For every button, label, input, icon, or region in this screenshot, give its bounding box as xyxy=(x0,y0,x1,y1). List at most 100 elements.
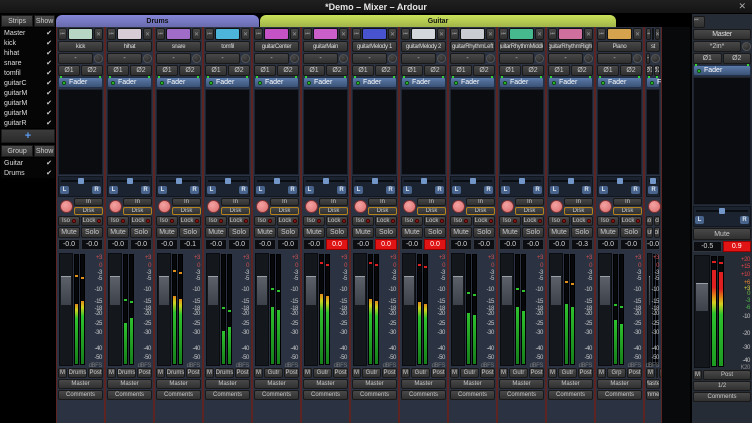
processor-box[interactable] xyxy=(450,89,495,175)
gain-display[interactable]: -0.0 xyxy=(58,239,80,250)
record-enable-button[interactable] xyxy=(501,200,514,213)
panner[interactable]: L R xyxy=(352,176,397,197)
master-mute-button[interactable]: Mute xyxy=(693,228,751,240)
group-tab-guitar[interactable]: Guitar xyxy=(260,15,616,27)
peak-display[interactable]: 0.0 xyxy=(326,239,348,250)
panner[interactable]: L R xyxy=(597,176,642,197)
meter-point-button[interactable]: Post xyxy=(88,368,103,378)
master-fader-processor[interactable]: Fader xyxy=(693,65,751,76)
meter-point-button[interactable]: Post xyxy=(186,368,201,378)
strip-name-button[interactable]: snare xyxy=(156,41,201,52)
processor-box[interactable] xyxy=(401,89,446,175)
monitor-input-button[interactable]: In xyxy=(172,198,201,206)
automation-mode-button[interactable]: M xyxy=(205,368,214,378)
group-button[interactable]: Gutr xyxy=(362,368,381,378)
group-button[interactable]: Drums xyxy=(215,368,234,378)
panner[interactable]: L R xyxy=(401,176,446,197)
fader-processor[interactable]: Fader xyxy=(352,77,397,88)
automation-mode-button[interactable]: M xyxy=(548,368,557,378)
processor-box[interactable] xyxy=(58,89,103,175)
meter-point-button[interactable]: Post xyxy=(333,368,348,378)
peak-display[interactable]: 0.0 xyxy=(424,239,446,250)
input-button[interactable]: - xyxy=(58,53,93,64)
processor-box[interactable] xyxy=(548,89,593,175)
meter-point-button[interactable]: Post xyxy=(137,368,152,378)
comments-button[interactable]: Comments xyxy=(156,390,201,400)
strip-color-swatch[interactable] xyxy=(264,28,289,40)
sidebar-strip-item[interactable]: tomfil✔ xyxy=(1,68,55,78)
output-button[interactable]: Master xyxy=(205,379,250,389)
phase-2-button[interactable]: Ø2 xyxy=(375,65,397,76)
pan-left-button[interactable]: L xyxy=(256,186,265,194)
solo-isolate-button[interactable]: Iso xyxy=(450,216,472,226)
record-enable-button[interactable] xyxy=(305,200,318,213)
fader-processor[interactable]: Fader xyxy=(107,77,152,88)
strip-name-button[interactable]: guitarRhythmMiddle xyxy=(499,41,544,52)
phase-1-button[interactable]: Ø1 xyxy=(548,65,570,76)
fader-handle[interactable] xyxy=(159,276,169,305)
automation-mode-button[interactable]: M xyxy=(254,368,263,378)
panner[interactable]: L R xyxy=(450,176,495,197)
sidebar-strip-item[interactable]: guitarM✔ xyxy=(1,98,55,108)
close-strip-icon[interactable]: ✕ xyxy=(192,28,201,40)
sidebar-strip-item[interactable]: snare✔ xyxy=(1,58,55,68)
strip-name-button[interactable]: guitarMain xyxy=(303,41,348,52)
record-enable-button[interactable] xyxy=(550,200,563,213)
processor-led-icon[interactable] xyxy=(209,81,213,85)
automation-mode-button[interactable]: M xyxy=(401,368,410,378)
add-track-button[interactable]: + xyxy=(1,129,55,143)
monitor-input-button[interactable]: In xyxy=(319,198,348,206)
mute-button[interactable]: Mute xyxy=(646,227,653,238)
phase-2-button[interactable]: Ø2 xyxy=(424,65,446,76)
trim-knob-icon[interactable] xyxy=(742,42,751,51)
close-strip-icon[interactable]: ✕ xyxy=(535,28,544,40)
strip-color-swatch[interactable] xyxy=(362,28,387,40)
fader-processor[interactable]: Fader xyxy=(303,77,348,88)
rewind-icon[interactable]: ⏮ xyxy=(450,28,459,40)
solo-isolate-button[interactable]: Iso xyxy=(205,216,227,226)
monitor-input-button[interactable]: In xyxy=(74,198,103,206)
phase-2-button[interactable]: Ø2 xyxy=(723,53,752,64)
pan-right-button[interactable]: R xyxy=(190,186,199,194)
output-button[interactable]: Master xyxy=(646,379,660,389)
close-strip-icon[interactable]: ✕ xyxy=(388,28,397,40)
group-button[interactable]: Drums xyxy=(166,368,185,378)
record-enable-button[interactable] xyxy=(403,200,416,213)
pan-right-button[interactable]: R xyxy=(649,186,658,194)
panner[interactable]: L R xyxy=(499,176,544,197)
mute-button[interactable]: Mute xyxy=(205,227,227,238)
monitor-input-button[interactable]: In xyxy=(123,198,152,206)
strip-color-swatch[interactable] xyxy=(509,28,534,40)
processor-box[interactable] xyxy=(646,89,660,175)
pan-handle-icon[interactable] xyxy=(323,178,329,184)
peak-display[interactable]: -0.0 xyxy=(522,239,544,250)
strip-color-swatch[interactable] xyxy=(607,28,632,40)
strip-color-swatch[interactable] xyxy=(411,28,436,40)
processor-led-icon[interactable] xyxy=(356,81,360,85)
monitor-disk-button[interactable]: Disk xyxy=(368,207,397,215)
phase-1-button[interactable]: Ø1 xyxy=(303,65,325,76)
solo-isolate-button[interactable]: Iso xyxy=(646,216,653,226)
phase-2-button[interactable]: Ø2 xyxy=(522,65,544,76)
mute-button[interactable]: Mute xyxy=(597,227,619,238)
peak-display[interactable]: 0.0 xyxy=(661,239,662,250)
check-icon[interactable]: ✔ xyxy=(46,159,52,167)
check-icon[interactable]: ✔ xyxy=(46,119,52,127)
pan-right-button[interactable]: R xyxy=(386,186,395,194)
group-button[interactable]: Drums xyxy=(68,368,87,378)
meter-point-button[interactable]: Post xyxy=(235,368,250,378)
peak-display[interactable]: -0.0 xyxy=(277,239,299,250)
meter-point-button[interactable]: Post xyxy=(529,368,544,378)
close-icon[interactable]: ✕ xyxy=(738,1,746,12)
meter-point-button[interactable]: Post xyxy=(284,368,299,378)
monitor-disk-button[interactable]: Disk xyxy=(172,207,201,215)
output-button[interactable]: Master xyxy=(352,379,397,389)
solo-lock-button[interactable]: Lock xyxy=(424,216,446,226)
monitor-input-button[interactable]: In xyxy=(466,198,495,206)
record-enable-button[interactable] xyxy=(648,200,661,213)
trim-knob-icon[interactable] xyxy=(143,54,152,63)
gain-display[interactable]: -0.0 xyxy=(597,239,619,250)
fader-handle[interactable] xyxy=(600,276,610,305)
pan-handle-icon[interactable] xyxy=(176,178,182,184)
fader-handle[interactable] xyxy=(61,276,71,305)
